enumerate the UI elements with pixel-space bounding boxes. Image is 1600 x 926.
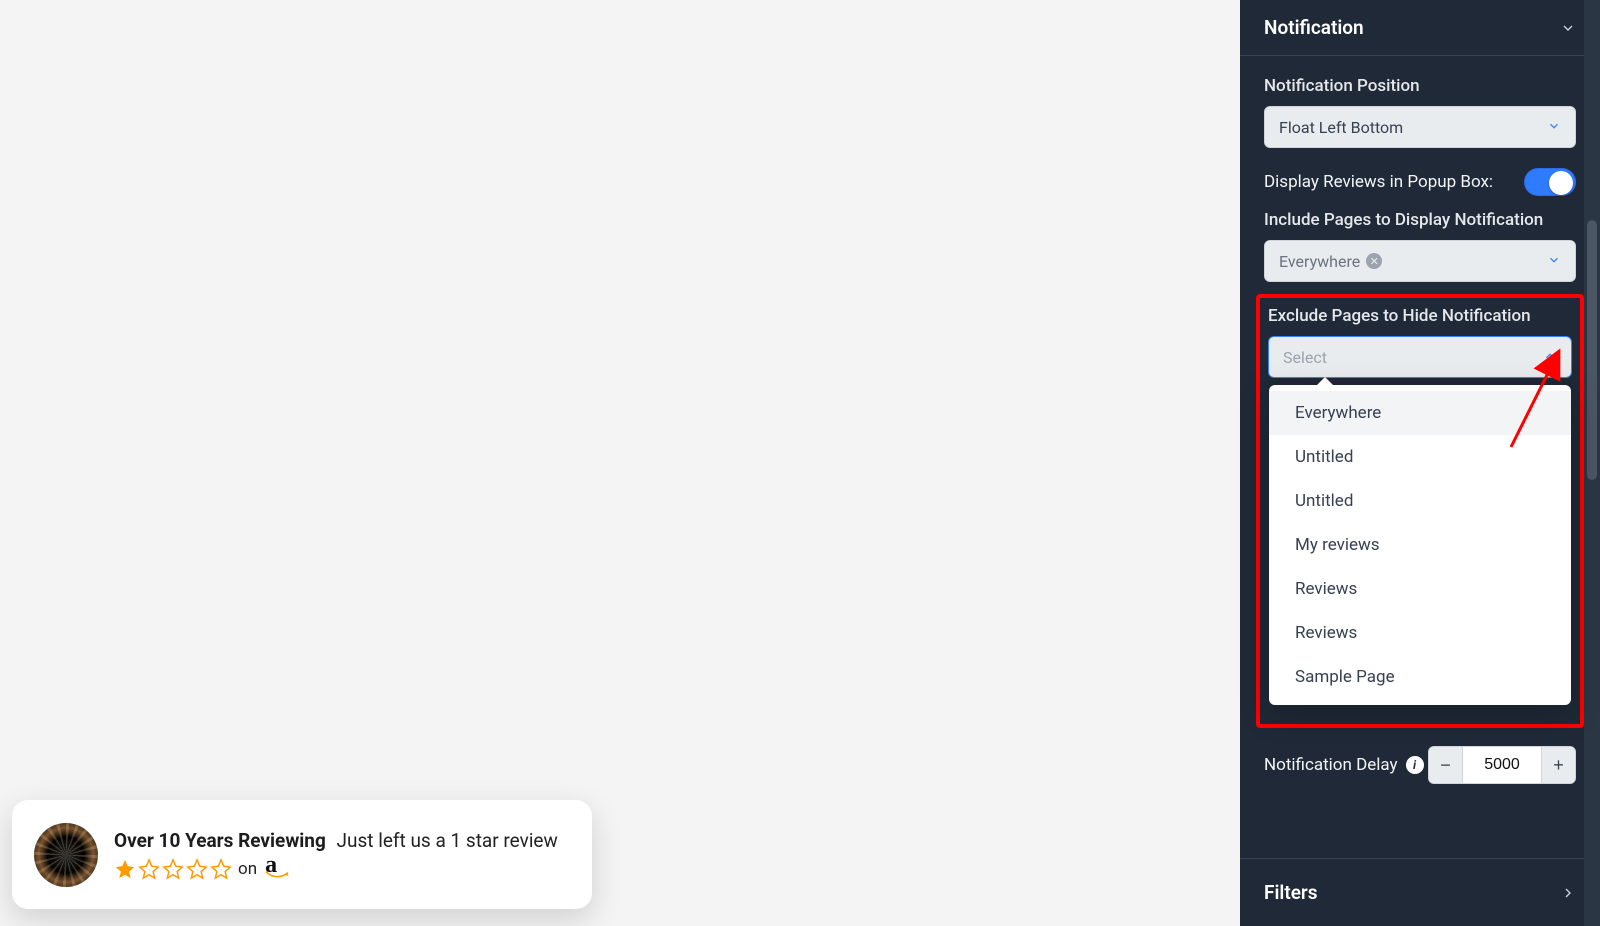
info-icon[interactable]: i xyxy=(1406,756,1424,774)
popup-headline: Over 10 Years Reviewing Just left us a 1… xyxy=(114,829,570,854)
dropdown-option[interactable]: Reviews xyxy=(1269,611,1571,655)
chevron-down-icon xyxy=(1560,20,1576,36)
dropdown-option[interactable]: Untitled xyxy=(1269,435,1571,479)
delay-increment-button[interactable]: + xyxy=(1541,747,1575,783)
popup-body: Over 10 Years Reviewing Just left us a 1… xyxy=(114,829,570,880)
popup-subtitle: Just left us a 1 star review xyxy=(337,829,558,852)
remove-chip-icon[interactable]: ✕ xyxy=(1366,253,1382,269)
star-icon xyxy=(186,858,208,880)
vertical-scrollbar[interactable] xyxy=(1584,0,1600,926)
include-pages-label: Include Pages to Display Notification xyxy=(1264,210,1576,230)
amazon-icon: a xyxy=(265,858,291,880)
preview-canvas: Over 10 Years Reviewing Just left us a 1… xyxy=(0,0,1240,926)
chevron-up-icon xyxy=(1543,348,1557,367)
delay-label: Notification Delay xyxy=(1264,755,1398,775)
filters-section-header[interactable]: Filters xyxy=(1240,858,1600,926)
dropdown-option[interactable]: Sample Page xyxy=(1269,655,1571,699)
notification-delay-row: Notification Delay i − + xyxy=(1240,728,1600,812)
on-label: on xyxy=(238,859,257,879)
display-popup-toggle[interactable] xyxy=(1524,168,1576,196)
notification-header-label: Notification xyxy=(1264,16,1364,39)
position-label: Notification Position xyxy=(1264,76,1576,96)
stars-row: on a xyxy=(114,858,570,880)
reviewer-avatar xyxy=(34,823,98,887)
include-pages-select[interactable]: Everywhere ✕ xyxy=(1264,240,1576,282)
star-icon xyxy=(210,858,232,880)
display-popup-row: Display Reviews in Popup Box: xyxy=(1264,168,1576,196)
review-popup: Over 10 Years Reviewing Just left us a 1… xyxy=(12,800,592,909)
position-value: Float Left Bottom xyxy=(1279,118,1403,137)
dropdown-option[interactable]: Everywhere xyxy=(1269,391,1571,435)
include-chip[interactable]: Everywhere ✕ xyxy=(1279,252,1382,271)
star-icon xyxy=(114,858,136,880)
exclude-placeholder: Select xyxy=(1283,348,1327,367)
dropdown-option[interactable]: My reviews xyxy=(1269,523,1571,567)
exclude-highlight: Exclude Pages to Hide Notification Selec… xyxy=(1256,294,1584,728)
chevron-down-icon xyxy=(1547,252,1561,271)
display-popup-label: Display Reviews in Popup Box: xyxy=(1264,172,1493,192)
dropdown-option[interactable]: Untitled xyxy=(1269,479,1571,523)
exclude-dropdown[interactable]: Everywhere Untitled Untitled My reviews … xyxy=(1269,385,1571,705)
delay-input[interactable] xyxy=(1463,747,1541,783)
star-icon xyxy=(162,858,184,880)
include-chip-label: Everywhere xyxy=(1279,252,1360,271)
settings-sidebar: Notification Notification Position Float… xyxy=(1240,0,1600,926)
dropdown-option[interactable]: Reviews xyxy=(1269,567,1571,611)
notification-section-header[interactable]: Notification xyxy=(1240,0,1600,56)
delay-label-wrap: Notification Delay i xyxy=(1264,755,1424,775)
chevron-right-icon xyxy=(1560,885,1576,901)
position-select[interactable]: Float Left Bottom xyxy=(1264,106,1576,148)
delay-stepper[interactable]: − + xyxy=(1428,746,1576,784)
filters-header-label: Filters xyxy=(1264,881,1318,904)
scrollbar-thumb[interactable] xyxy=(1587,220,1597,480)
exclude-pages-select[interactable]: Select Everywhere Untitled Untitled My r… xyxy=(1268,336,1572,378)
delay-decrement-button[interactable]: − xyxy=(1429,747,1463,783)
notification-section-body: Notification Position Float Left Bottom … xyxy=(1240,56,1600,728)
star-icon xyxy=(138,858,160,880)
exclude-pages-label: Exclude Pages to Hide Notification xyxy=(1268,306,1572,326)
chevron-down-icon xyxy=(1547,118,1561,137)
popup-title: Over 10 Years Reviewing xyxy=(114,829,326,852)
